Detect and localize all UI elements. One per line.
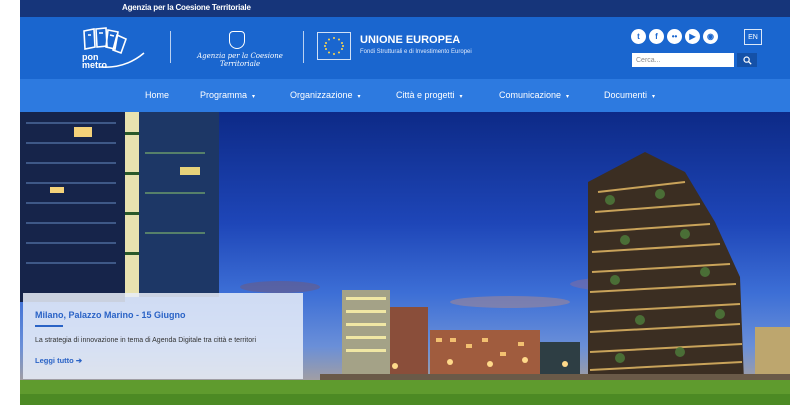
chevron-down-icon: ▾ xyxy=(252,94,256,100)
chevron-down-icon: ▾ xyxy=(652,94,656,100)
header-divider xyxy=(170,31,171,63)
nav-label: Documenti xyxy=(604,90,648,100)
pon-metro-logo[interactable]: pon metro xyxy=(70,23,148,73)
hero-slider: Milano, Palazzo Marino - 15 Giugno La st… xyxy=(20,112,790,405)
search-button[interactable] xyxy=(737,53,757,67)
nav-label: Programma xyxy=(200,90,248,100)
rss-icon[interactable]: ◉ xyxy=(703,29,718,44)
eu-subtitle: Fondi Strutturali e di Investimento Euro… xyxy=(360,49,472,55)
page-frame: Agenzia per la Coesione Territoriale pon… xyxy=(20,0,790,405)
header-divider xyxy=(303,31,304,63)
logo-line-2: metro xyxy=(82,60,108,70)
twitter-icon[interactable]: t xyxy=(631,29,646,44)
slide-text: La strategia di innovazione in tema di A… xyxy=(35,337,257,344)
eu-title: UNIONE EUROPEA xyxy=(360,34,461,46)
chevron-down-icon: ▾ xyxy=(459,94,463,100)
agency-topbar: Agenzia per la Coesione Territoriale xyxy=(20,0,790,17)
flickr-icon[interactable]: •• xyxy=(667,29,682,44)
nav-label: Città e progetti xyxy=(396,90,455,100)
nav-label: Comunicazione xyxy=(499,90,562,100)
facebook-icon[interactable]: f xyxy=(649,29,664,44)
nav-item-organizzazione[interactable]: Organizzazione ▾ xyxy=(290,90,361,100)
read-more-link[interactable]: Leggi tutto ➔ xyxy=(35,356,82,365)
search-input[interactable] xyxy=(632,53,734,67)
youtube-icon[interactable]: ▶ xyxy=(685,29,700,44)
read-more-label: Leggi tutto xyxy=(35,356,74,365)
slide-title[interactable]: Milano, Palazzo Marino - 15 Giugno xyxy=(35,310,186,320)
site-header: pon metro Agenzia per la Coesione Territ… xyxy=(20,17,790,95)
eu-flag-icon xyxy=(317,32,351,60)
republic-emblem-icon xyxy=(229,31,245,49)
nav-item-documenti[interactable]: Documenti ▾ xyxy=(604,90,655,100)
arrow-right-icon: ➔ xyxy=(73,356,83,365)
main-nav: Home Programma ▾ Organizzazione ▾ Città e … xyxy=(20,79,790,112)
slide-title-rule xyxy=(35,325,63,327)
social-links: t f •• ▶ ◉ xyxy=(631,29,718,45)
search-icon xyxy=(742,55,752,65)
nav-label: Organizzazione xyxy=(290,90,353,100)
chevron-down-icon: ▾ xyxy=(566,94,570,100)
nav-label: Home xyxy=(145,90,170,100)
agency-logo[interactable]: Agenzia per la Coesione Territoriale xyxy=(185,27,295,68)
agency-link[interactable]: Agenzia per la Coesione Territoriale xyxy=(122,3,251,12)
chevron-down-icon: ▾ xyxy=(357,94,361,100)
nav-item-home[interactable]: Home xyxy=(145,90,169,100)
nav-item-programma[interactable]: Programma ▾ xyxy=(200,90,255,100)
pon-metro-wordmark: pon metro xyxy=(82,53,108,70)
nav-item-comunicazione[interactable]: Comunicazione ▾ xyxy=(499,90,569,100)
slide-caption: Milano, Palazzo Marino - 15 Giugno La st… xyxy=(23,293,303,379)
agency-script-text: Agenzia per la Coesione Territoriale xyxy=(197,52,283,68)
nav-item-citta-progetti[interactable]: Città e progetti ▾ xyxy=(396,90,463,100)
language-switch[interactable]: EN xyxy=(744,29,762,45)
